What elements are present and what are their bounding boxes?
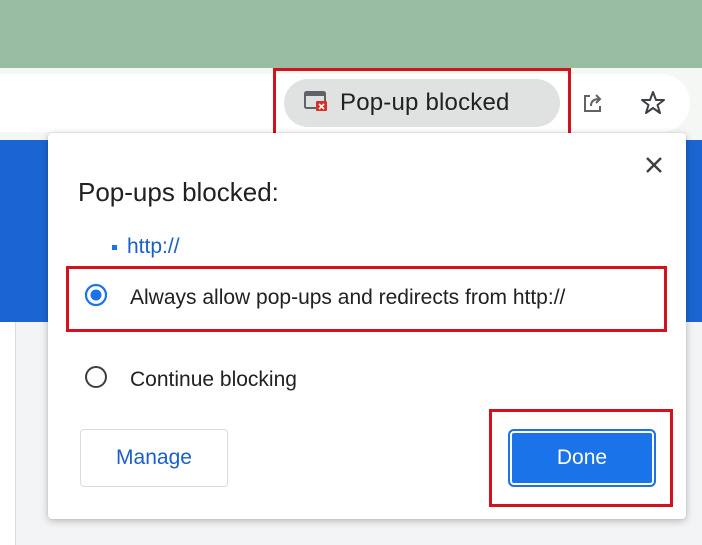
share-icon[interactable] [576, 86, 610, 120]
radio-selected-icon[interactable] [84, 283, 108, 312]
radio-always-allow[interactable]: Always allow pop-ups and redirects from … [84, 283, 565, 312]
popup-blocked-dialog: Pop-ups blocked: http:// Always allow po… [48, 133, 686, 519]
radio-continue-blocking-label: Continue blocking [130, 367, 297, 391]
bookmark-star-icon[interactable] [636, 86, 670, 120]
blocked-url-item: http:// [112, 235, 180, 259]
done-button[interactable]: Done [508, 429, 656, 487]
popup-blocked-label: Pop-up blocked [340, 89, 510, 116]
page-card-edge [0, 322, 16, 545]
close-icon[interactable] [640, 151, 668, 179]
popup-blocked-icon [304, 90, 328, 117]
manage-button[interactable]: Manage [80, 429, 228, 487]
radio-always-allow-label: Always allow pop-ups and redirects from … [130, 285, 566, 309]
dialog-title: Pop-ups blocked: [78, 177, 279, 207]
popup-blocked-chip[interactable]: Pop-up blocked [284, 79, 560, 127]
blocked-url-link[interactable]: http:// [127, 235, 180, 259]
bullet [112, 244, 117, 250]
radio-continue-blocking[interactable]: Continue blocking [84, 365, 297, 394]
radio-unselected-icon[interactable] [84, 365, 108, 394]
browser-titlebar [0, 0, 702, 68]
